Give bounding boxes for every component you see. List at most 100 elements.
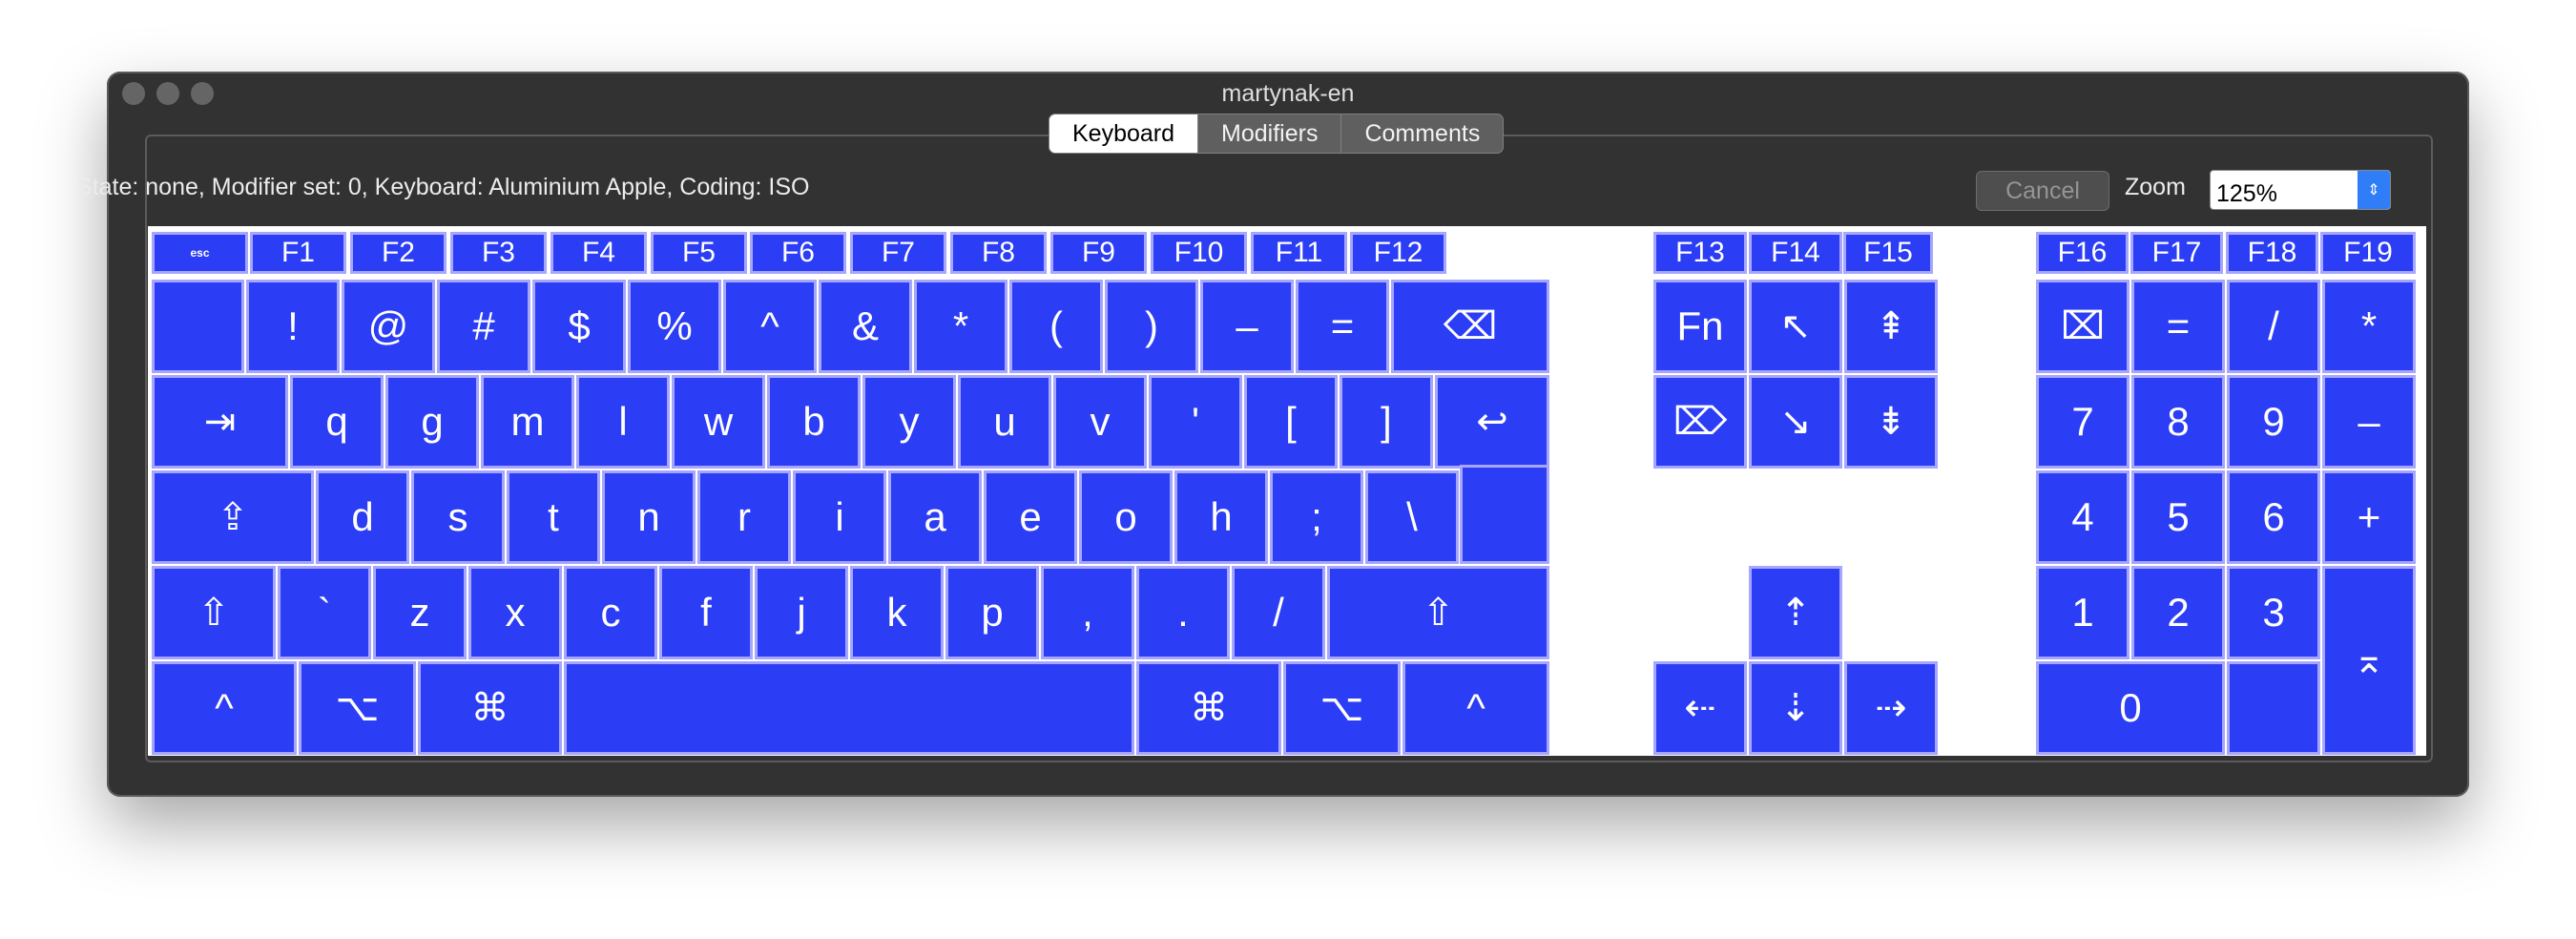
numpad-key-11[interactable]: + — [2322, 470, 2416, 564]
nav-key-7[interactable]: ⇠ — [1653, 661, 1747, 755]
numpad-key-8[interactable]: 4 — [2036, 470, 2129, 564]
space-row-key-2[interactable]: ⌘ — [418, 661, 562, 755]
numpad-key-16[interactable]: 0 — [2036, 661, 2225, 755]
return-key-extension[interactable] — [1460, 465, 1549, 564]
nav-key-6[interactable]: ⇡ — [1749, 566, 1842, 659]
number-row-key-9[interactable]: ( — [1009, 280, 1103, 373]
fkey-2[interactable]: F2 — [350, 232, 447, 274]
home-row-key-9[interactable]: o — [1079, 470, 1173, 564]
home-row-key-5[interactable]: r — [697, 470, 791, 564]
bottom-row-key-12[interactable]: ⇧ — [1327, 566, 1549, 659]
numpad-key-0[interactable]: ⌧ — [2036, 280, 2129, 373]
numpad-key-12[interactable]: 1 — [2036, 566, 2129, 659]
top-row-key-0[interactable]: ⇥ — [152, 375, 288, 469]
top-row-key-1[interactable]: q — [290, 375, 384, 469]
nav-key-4[interactable]: ↘ — [1749, 375, 1842, 469]
fkey-3[interactable]: F3 — [450, 232, 547, 274]
zoom-select[interactable]: 125% ⇕ — [2210, 170, 2391, 210]
fkey-13[interactable]: F13 — [1653, 232, 1747, 274]
numpad-key-1[interactable]: = — [2131, 280, 2225, 373]
numpad-key-5[interactable]: 8 — [2131, 375, 2225, 469]
numpad-key-10[interactable]: 6 — [2227, 470, 2320, 564]
space-row-key-1[interactable]: ⌥ — [299, 661, 416, 755]
numpad-key-3[interactable]: * — [2322, 280, 2416, 373]
number-row-key-2[interactable]: @ — [342, 280, 435, 373]
bottom-row-key-3[interactable]: x — [468, 566, 562, 659]
home-row-key-4[interactable]: n — [602, 470, 696, 564]
nav-key-8[interactable]: ⇣ — [1749, 661, 1842, 755]
fkey-16[interactable]: F16 — [2036, 232, 2129, 274]
home-row-key-10[interactable]: h — [1174, 470, 1268, 564]
top-row-key-2[interactable]: g — [385, 375, 479, 469]
fkey-11[interactable]: F11 — [1251, 232, 1347, 274]
number-row-key-12[interactable]: = — [1296, 280, 1389, 373]
home-row-key-7[interactable]: a — [888, 470, 982, 564]
numpad-key-7[interactable]: – — [2322, 375, 2416, 469]
bottom-row-key-11[interactable]: / — [1232, 566, 1325, 659]
bottom-row-key-9[interactable]: , — [1041, 566, 1134, 659]
home-row-key-2[interactable]: s — [411, 470, 505, 564]
fkey-10[interactable]: F10 — [1151, 232, 1247, 274]
fkey-14[interactable]: F14 — [1749, 232, 1842, 274]
numpad-key-14[interactable]: 3 — [2227, 566, 2320, 659]
nav-key-2[interactable]: ⇞ — [1844, 280, 1938, 373]
numpad-key-4[interactable]: 7 — [2036, 375, 2129, 469]
numpad-key-9[interactable]: 5 — [2131, 470, 2225, 564]
numpad-key-15[interactable]: ⌅ — [2322, 566, 2416, 755]
number-row-key-11[interactable]: – — [1200, 280, 1294, 373]
top-row-key-4[interactable]: l — [576, 375, 670, 469]
bottom-row-key-0[interactable]: ⇧ — [152, 566, 276, 659]
top-row-key-10[interactable]: ' — [1149, 375, 1242, 469]
numpad-key-6[interactable]: 9 — [2227, 375, 2320, 469]
space-row-key-6[interactable]: ^ — [1402, 661, 1549, 755]
number-row-key-10[interactable]: ) — [1105, 280, 1198, 373]
fkey-4[interactable]: F4 — [551, 232, 647, 274]
number-row-key-5[interactable]: % — [628, 280, 721, 373]
nav-key-0[interactable]: Fn — [1653, 280, 1747, 373]
home-row-key-3[interactable]: t — [507, 470, 600, 564]
bottom-row-key-10[interactable]: . — [1136, 566, 1230, 659]
bottom-row-key-8[interactable]: p — [945, 566, 1039, 659]
fkey-8[interactable]: F8 — [950, 232, 1047, 274]
fkey-9[interactable]: F9 — [1050, 232, 1147, 274]
fkey-1[interactable]: F1 — [250, 232, 346, 274]
number-row-key-8[interactable]: * — [914, 280, 1008, 373]
bottom-row-key-4[interactable]: c — [564, 566, 657, 659]
bottom-row-key-7[interactable]: k — [850, 566, 944, 659]
number-row-key-6[interactable]: ^ — [723, 280, 817, 373]
top-row-key-5[interactable]: w — [672, 375, 765, 469]
fkey-19[interactable]: F19 — [2320, 232, 2416, 274]
home-row-key-1[interactable]: d — [316, 470, 409, 564]
space-row-key-4[interactable]: ⌘ — [1136, 661, 1281, 755]
numpad-key-2[interactable]: / — [2227, 280, 2320, 373]
nav-key-1[interactable]: ↖ — [1749, 280, 1842, 373]
bottom-row-key-1[interactable]: ` — [278, 566, 371, 659]
top-row-key-8[interactable]: u — [958, 375, 1051, 469]
home-row-key-11[interactable]: ; — [1270, 470, 1363, 564]
nav-key-3[interactable]: ⌦ — [1653, 375, 1747, 469]
top-row-key-12[interactable]: ] — [1340, 375, 1433, 469]
fkey-18[interactable]: F18 — [2226, 232, 2318, 274]
fkey-0[interactable]: esc — [152, 232, 248, 274]
top-row-key-9[interactable]: v — [1053, 375, 1147, 469]
space-row-key-0[interactable]: ^ — [152, 661, 297, 755]
fkey-5[interactable]: F5 — [651, 232, 747, 274]
nav-key-9[interactable]: ⇢ — [1844, 661, 1938, 755]
top-row-key-6[interactable]: b — [767, 375, 861, 469]
number-row-key-13[interactable]: ⌫ — [1391, 280, 1549, 373]
numpad-key-17[interactable] — [2227, 661, 2320, 755]
tab-modifiers[interactable]: Modifiers — [1198, 114, 1342, 154]
home-row-key-12[interactable]: \ — [1365, 470, 1459, 564]
number-row-key-7[interactable]: & — [819, 280, 912, 373]
fkey-6[interactable]: F6 — [750, 232, 846, 274]
top-row-key-13[interactable]: ↩ — [1435, 375, 1549, 469]
bottom-row-key-6[interactable]: j — [755, 566, 848, 659]
space-row-key-5[interactable]: ⌥ — [1283, 661, 1401, 755]
number-row-key-0[interactable] — [152, 280, 244, 373]
home-row-key-6[interactable]: i — [793, 470, 886, 564]
home-row-key-0[interactable]: ⇪ — [152, 470, 314, 564]
tab-keyboard[interactable]: Keyboard — [1049, 114, 1199, 154]
top-row-key-7[interactable]: y — [862, 375, 956, 469]
top-row-key-11[interactable]: [ — [1244, 375, 1338, 469]
numpad-key-13[interactable]: 2 — [2131, 566, 2225, 659]
